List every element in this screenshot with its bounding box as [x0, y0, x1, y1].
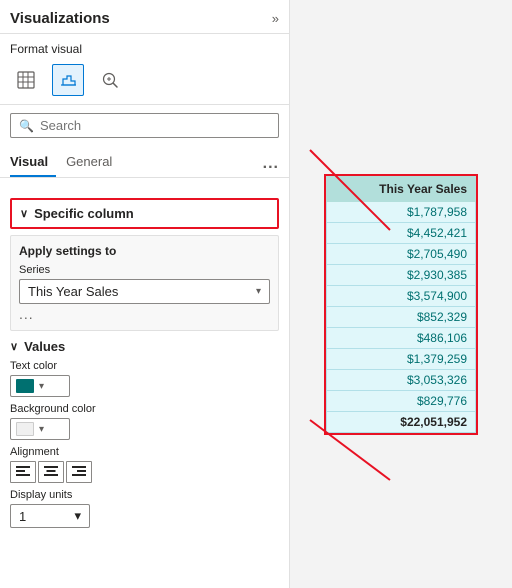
- tabs-row: Visual General ...: [0, 146, 289, 178]
- table-cell: $1,787,958: [327, 201, 476, 222]
- table-cell: $4,452,421: [327, 222, 476, 243]
- table-cell: $3,053,326: [327, 369, 476, 390]
- table-header: This Year Sales: [327, 176, 476, 201]
- table-row: $4,452,421: [327, 222, 476, 243]
- table-cell: $829,776: [327, 390, 476, 411]
- values-header[interactable]: ∨ Values: [10, 339, 279, 354]
- bg-color-label: Background color: [10, 403, 279, 415]
- table-row: $3,053,326: [327, 369, 476, 390]
- ellipsis-row: ...: [19, 304, 270, 322]
- text-color-row: Text color ▾: [10, 360, 279, 397]
- bg-color-dropdown[interactable]: ▾: [10, 418, 70, 440]
- values-chevron-icon: ∨: [10, 340, 18, 353]
- panel-header: Visualizations »: [0, 10, 289, 34]
- bg-color-caret-icon: ▾: [39, 424, 44, 435]
- left-panel: Visualizations » Format visual: [0, 0, 290, 588]
- table-row: $1,787,958: [327, 201, 476, 222]
- text-color-swatch: [16, 379, 34, 393]
- bg-color-swatch: [16, 422, 34, 436]
- search-input[interactable]: [40, 118, 270, 133]
- align-right-button[interactable]: [66, 461, 92, 483]
- table-container: This Year Sales $1,787,958$4,452,421$2,7…: [290, 0, 512, 588]
- values-label: Values: [24, 339, 65, 354]
- values-section: ∨ Values Text color ▾ Background color ▾…: [10, 339, 279, 532]
- table-cell: $2,930,385: [327, 264, 476, 285]
- tab-more[interactable]: ...: [263, 155, 279, 173]
- table-cell: $1,379,259: [327, 348, 476, 369]
- bg-color-row: Background color ▾: [10, 403, 279, 440]
- align-buttons: [10, 461, 279, 483]
- dropdown-caret-icon: ▾: [256, 286, 261, 297]
- table-row: $3,574,900: [327, 285, 476, 306]
- text-color-label: Text color: [10, 360, 279, 372]
- icon-row: [0, 60, 289, 105]
- display-units-row: Display units 1 ▾: [10, 489, 279, 528]
- table-row: $829,776: [327, 390, 476, 411]
- table-cell: $486,106: [327, 327, 476, 348]
- display-units-caret-icon: ▾: [74, 508, 81, 524]
- series-dropdown[interactable]: This Year Sales ▾: [19, 279, 270, 304]
- chevron-down-icon: ∨: [20, 207, 28, 220]
- series-label: Series: [19, 264, 270, 276]
- specific-column-toggle[interactable]: ∨ Specific column: [20, 206, 269, 221]
- table-cell: $852,329: [327, 306, 476, 327]
- analytics-icon-btn[interactable]: [94, 64, 126, 96]
- alignment-label: Alignment: [10, 446, 279, 458]
- alignment-row: Alignment: [10, 446, 279, 483]
- table-total-cell: $22,051,952: [327, 411, 476, 432]
- table-total-row: $22,051,952: [327, 411, 476, 432]
- tab-visual[interactable]: Visual: [10, 150, 56, 177]
- apply-settings-title: Apply settings to: [19, 244, 270, 258]
- display-units-dropdown[interactable]: 1 ▾: [10, 504, 90, 528]
- panel-title: Visualizations: [10, 10, 110, 27]
- text-color-caret-icon: ▾: [39, 381, 44, 392]
- analytics-icon: [101, 71, 119, 89]
- specific-column-section: ∨ Specific column: [10, 198, 279, 229]
- table-row: $852,329: [327, 306, 476, 327]
- format-visual-label: Format visual: [0, 34, 289, 60]
- table-icon-btn[interactable]: [10, 64, 42, 96]
- align-center-icon: [44, 466, 58, 478]
- tab-general[interactable]: General: [66, 150, 120, 177]
- table-cell: $3,574,900: [327, 285, 476, 306]
- data-table: This Year Sales $1,787,958$4,452,421$2,7…: [326, 176, 476, 433]
- text-color-dropdown[interactable]: ▾: [10, 375, 70, 397]
- align-left-icon: [16, 466, 30, 478]
- specific-column-label: Specific column: [34, 206, 134, 221]
- search-icon: 🔍: [19, 119, 34, 133]
- display-units-label: Display units: [10, 489, 279, 501]
- data-table-wrap: This Year Sales $1,787,958$4,452,421$2,7…: [324, 174, 478, 435]
- table-row: $486,106: [327, 327, 476, 348]
- align-center-button[interactable]: [38, 461, 64, 483]
- search-box[interactable]: 🔍: [10, 113, 279, 138]
- table-cell: $2,705,490: [327, 243, 476, 264]
- chart-icon-btn[interactable]: [52, 64, 84, 96]
- series-value: This Year Sales: [28, 284, 118, 299]
- align-left-button[interactable]: [10, 461, 36, 483]
- display-units-value: 1: [19, 509, 26, 524]
- right-panel: This Year Sales $1,787,958$4,452,421$2,7…: [290, 0, 512, 588]
- align-right-icon: [72, 466, 86, 478]
- table-row: $2,930,385: [327, 264, 476, 285]
- collapse-icon[interactable]: »: [272, 11, 279, 26]
- table-icon: [17, 71, 35, 89]
- apply-settings-card: Apply settings to Series This Year Sales…: [10, 235, 279, 331]
- table-row: $1,379,259: [327, 348, 476, 369]
- paint-icon: [59, 71, 77, 89]
- table-row: $2,705,490: [327, 243, 476, 264]
